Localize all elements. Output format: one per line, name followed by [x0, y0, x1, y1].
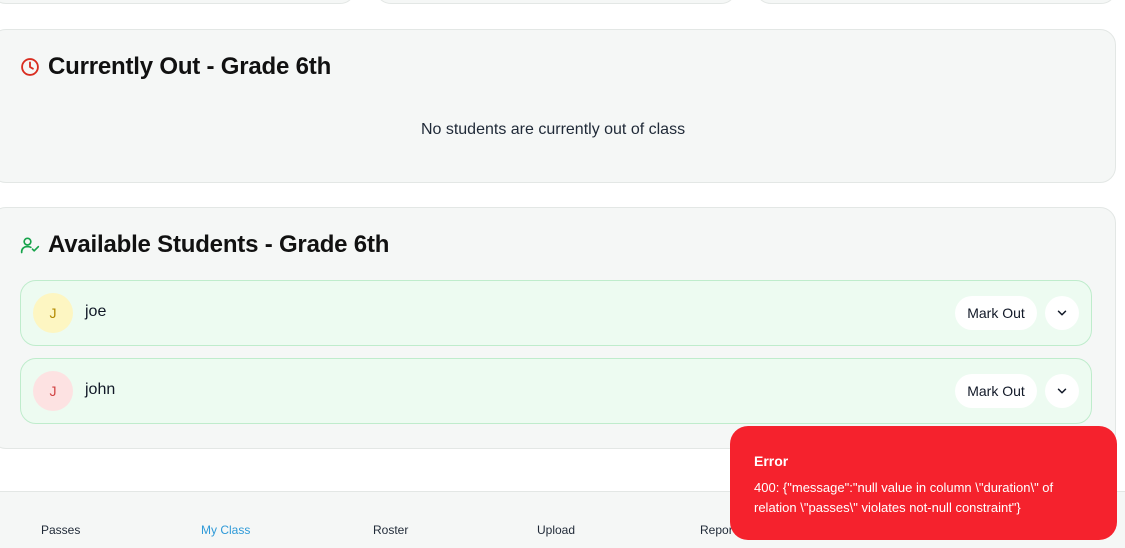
student-name: john: [85, 381, 116, 398]
currently-out-header: Currently Out - Grade 6th: [20, 53, 331, 81]
section-title: Currently Out - Grade 6th: [48, 53, 332, 80]
nav-item-upload[interactable]: Upload: [537, 523, 575, 537]
available-students-section: Available Students - Grade 6th J joe Mar…: [0, 207, 1116, 449]
error-toast[interactable]: Error 400: {"message":"null value in col…: [730, 426, 1117, 540]
summary-card: [0, 0, 356, 4]
clock-icon: [20, 57, 40, 77]
student-row: J joe Mark Out: [20, 280, 1092, 346]
page: Currently Out - Grade 6th No students ar…: [0, 0, 1125, 548]
student-row: J john Mark Out: [20, 358, 1092, 424]
nav-item-my-class[interactable]: My Class: [201, 523, 250, 537]
avatar: J: [33, 371, 73, 411]
toast-message: 400: {"message":"null value in column \"…: [754, 480, 1054, 515]
summary-card: [755, 0, 1117, 4]
mark-out-button[interactable]: Mark Out: [955, 374, 1037, 408]
mark-out-button[interactable]: Mark Out: [955, 296, 1037, 330]
toast-title: Error: [754, 453, 789, 469]
user-check-icon: [20, 235, 40, 255]
available-students-header: Available Students - Grade 6th: [20, 231, 389, 259]
section-title: Available Students - Grade 6th: [48, 231, 390, 258]
chevron-down-icon: [1055, 384, 1069, 398]
empty-state-message: No students are currently out of class: [420, 121, 686, 138]
student-name: joe: [85, 303, 107, 320]
nav-item-reports[interactable]: Repor: [700, 523, 733, 537]
expand-button[interactable]: [1045, 296, 1079, 330]
nav-item-passes[interactable]: Passes: [41, 523, 80, 537]
nav-item-roster[interactable]: Roster: [373, 523, 408, 537]
expand-button[interactable]: [1045, 374, 1079, 408]
currently-out-section: Currently Out - Grade 6th No students ar…: [0, 29, 1116, 183]
avatar: J: [33, 293, 73, 333]
summary-card: [375, 0, 737, 4]
chevron-down-icon: [1055, 306, 1069, 320]
